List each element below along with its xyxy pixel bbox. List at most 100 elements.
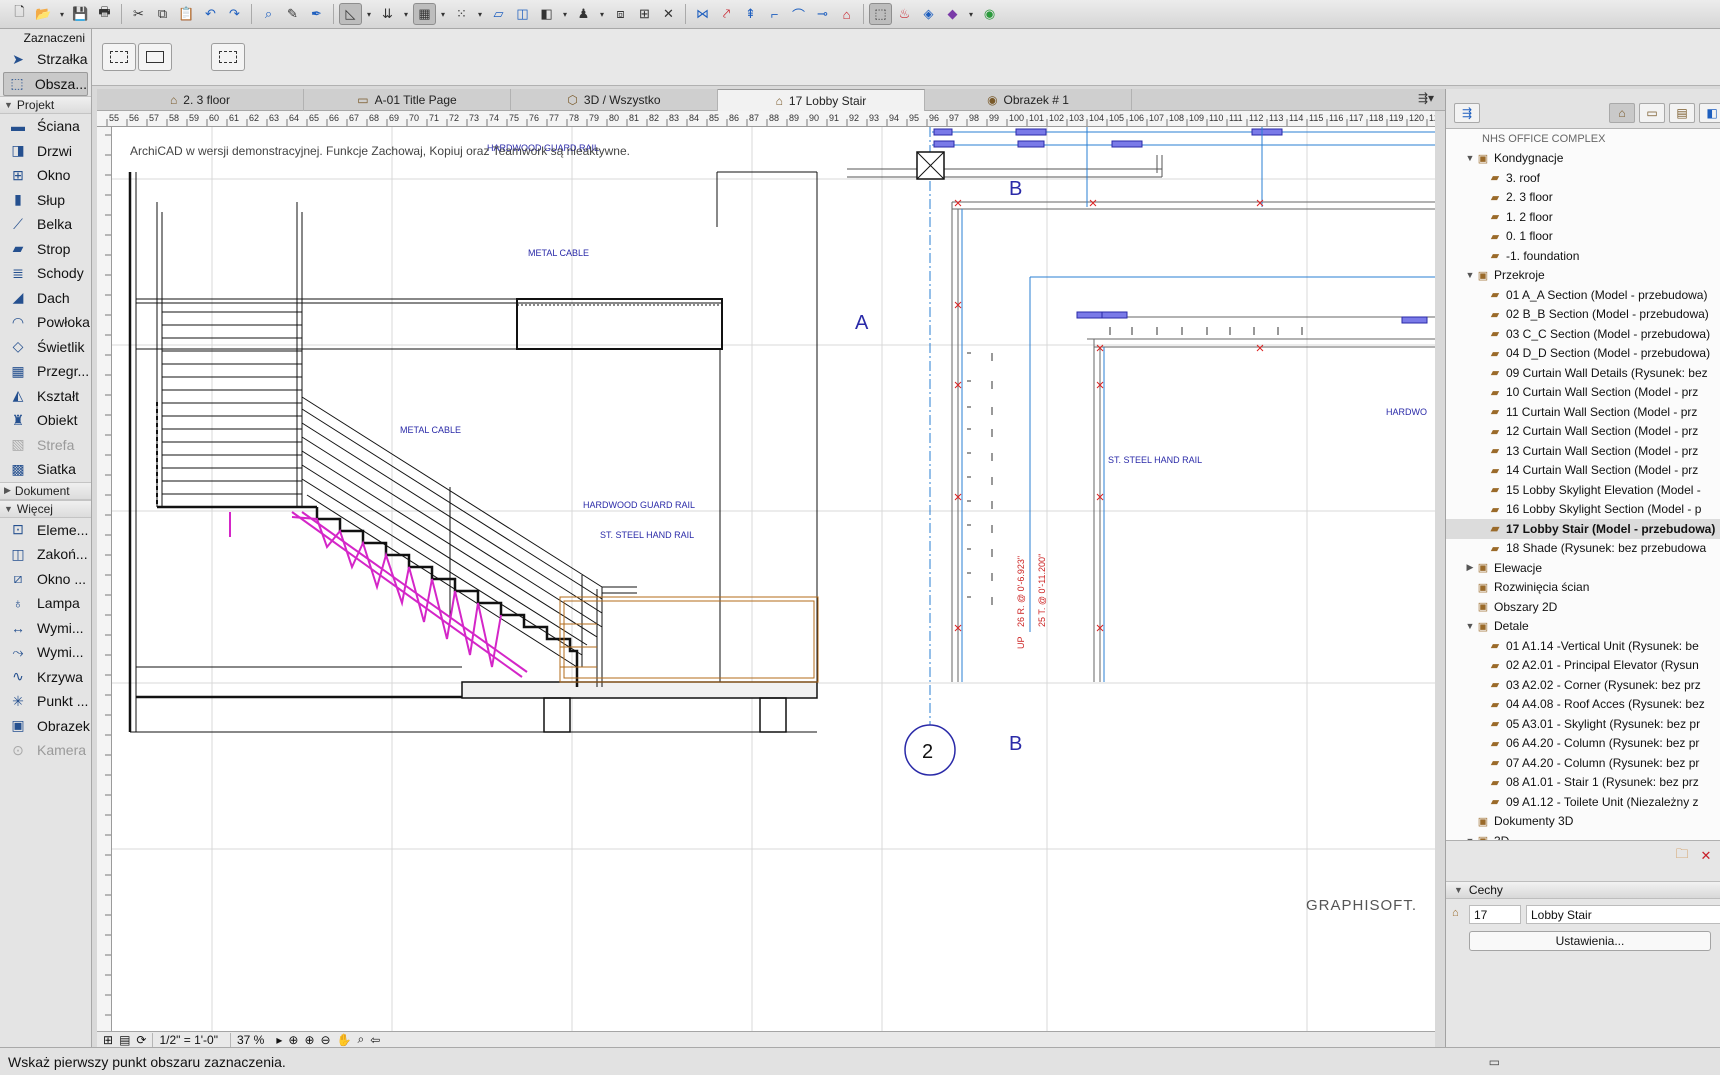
tool-marquee[interactable]: ⬚ Obsza... [3, 71, 88, 96]
3d-style-dropdown-icon[interactable]: ▾ [965, 3, 977, 25]
marquee-rectangle-button[interactable] [211, 43, 245, 71]
view-id-field[interactable]: 17 [1469, 905, 1521, 924]
pen-dropdown-icon[interactable]: ▾ [596, 3, 608, 25]
tool-stair[interactable]: ≣ Schody [0, 261, 91, 286]
tab-17-lobby-stair[interactable]: ⌂ 17 Lobby Stair [718, 89, 925, 111]
tab-a-01-title-page[interactable]: ▭ A-01 Title Page [304, 89, 511, 111]
3d-style-icon[interactable]: ◆ [941, 3, 964, 25]
tree-item[interactable]: ▰ 1. 2 floor [1446, 207, 1720, 227]
new-file-icon[interactable]: 🗋 [8, 3, 31, 25]
tree-item[interactable]: ▣ Obszary 2D [1446, 597, 1720, 617]
zoom-in-icon[interactable]: ⊕ [304, 1033, 314, 1047]
tree-item[interactable]: ▰ 07 A4.20 - Column (Rysunek: bez pr [1446, 753, 1720, 773]
tool-roof[interactable]: ◢ Dach [0, 286, 91, 311]
tree-item[interactable]: ▰ 12 Curtain Wall Section (Model - prz [1446, 422, 1720, 442]
tool-shell[interactable]: ◠ Powłoka [0, 310, 91, 335]
tool-corner-window[interactable]: ◫ Zakoń... [0, 542, 91, 567]
tool-beam[interactable]: ⟋ Belka [0, 212, 91, 237]
trace-icon[interactable]: ◫ [511, 3, 534, 25]
delete-icon[interactable]: ✕ [1696, 847, 1716, 865]
zoom-out-icon[interactable]: ⊖ [321, 1033, 331, 1047]
tree-item[interactable]: ▰ 09 A1.12 - Toilete Unit (Niezależny z [1446, 792, 1720, 812]
guide-lines-icon[interactable]: ◺ [339, 3, 362, 25]
tree-item[interactable]: ▼ ▣ Kondygnacje [1446, 149, 1720, 169]
tree-item[interactable]: ▰ 02 B_B Section (Model - przebudowa) [1446, 305, 1720, 325]
teamwork-icon[interactable]: ◉ [978, 3, 1001, 25]
grid-dots-icon[interactable]: ⁙ [450, 3, 473, 25]
tool-wall-end[interactable]: ⊡ Eleme... [0, 518, 91, 543]
tree-item[interactable]: ▼ ▣ Detale [1446, 617, 1720, 637]
suspend-groups-icon[interactable]: ⊞ [633, 3, 656, 25]
tab-2-3-floor[interactable]: ⌂ 2. 3 floor [97, 89, 304, 111]
quick-layers-icon[interactable]: ▤ [119, 1033, 130, 1047]
tree-item[interactable]: ▰ 04 A4.08 - Roof Acces (Rysunek: bez [1446, 695, 1720, 715]
tree-item[interactable]: ▰ 15 Lobby Skylight Elevation (Model - [1446, 480, 1720, 500]
previous-zoom-icon[interactable]: ⇦ [370, 1033, 380, 1047]
tool-slab[interactable]: ▰ Strop [0, 237, 91, 262]
pen-icon[interactable]: ♟ [572, 3, 595, 25]
intersect-icon[interactable]: ⋈ [691, 3, 714, 25]
tool-camera[interactable]: ⊙ Kamera [0, 738, 91, 763]
grid-dropdown-icon[interactable]: ▾ [474, 3, 486, 25]
copy-icon[interactable]: ⧉ [151, 3, 174, 25]
elevate-icon[interactable]: ⇞ [739, 3, 762, 25]
tool-arrow[interactable]: ➤ Strzałka [0, 47, 91, 72]
undo-icon[interactable]: ↶ [199, 3, 222, 25]
tree-item[interactable]: ▣ Rozwinięcia ścian [1446, 578, 1720, 598]
collapse-triangle-icon[interactable]: ▼ [1464, 153, 1476, 163]
tree-item[interactable]: ▶ ▣ Elewacje [1446, 558, 1720, 578]
snap-dropdown-icon[interactable]: ▾ [437, 3, 449, 25]
tool-spline[interactable]: ∿ Krzywa [0, 665, 91, 690]
collapse-triangle-icon[interactable]: ▼ [1464, 621, 1476, 631]
tree-item[interactable]: ▰ 0. 1 floor [1446, 227, 1720, 247]
pan-icon[interactable]: ✋ [337, 1033, 352, 1047]
tree-item[interactable]: ▰ 13 Curtain Wall Section (Model - prz [1446, 441, 1720, 461]
navigator-preview-icon[interactable]: ⊞ [103, 1033, 113, 1047]
tree-item[interactable]: ▰ 16 Lobby Skylight Section (Model - p [1446, 500, 1720, 520]
refresh-icon[interactable]: ⟳ [136, 1033, 146, 1047]
properties-header[interactable]: ▼ Cechy [1446, 881, 1720, 899]
view-map-icon[interactable]: ▭ [1639, 103, 1665, 123]
tree-item[interactable]: ▰ 01 A1.14 -Vertical Unit (Rysunek: be [1446, 636, 1720, 656]
tree-item[interactable]: ▰ 06 A4.20 - Column (Rysunek: bez pr [1446, 734, 1720, 754]
edit-plane-icon[interactable]: ▱ [487, 3, 510, 25]
tree-item[interactable]: ▰ 2. 3 floor [1446, 188, 1720, 208]
save-icon[interactable]: 💾 [69, 3, 92, 25]
section-dokument[interactable]: ▶ Dokument [0, 481, 91, 500]
pick-up-icon[interactable]: ✎ [281, 3, 304, 25]
tree-item[interactable]: ▣ Dokumenty 3D [1446, 812, 1720, 832]
tree-item[interactable]: ▰ -1. foundation [1446, 246, 1720, 266]
layout-book-icon[interactable]: ▤ [1669, 103, 1695, 123]
marquee-multi-floor-button[interactable] [138, 43, 172, 71]
zoom-fit-icon[interactable]: ⊕ [288, 1033, 298, 1047]
redo-icon[interactable]: ↷ [223, 3, 246, 25]
open-file-icon[interactable]: 📂 [32, 3, 55, 25]
new-folder-icon[interactable]: 🗀 [1672, 846, 1692, 865]
tool-skylight-window[interactable]: ⧄ Okno ... [0, 567, 91, 592]
tree-item[interactable]: ▰ 09 Curtain Wall Details (Rysunek: bez [1446, 363, 1720, 383]
split-icon[interactable]: ⊸ [811, 3, 834, 25]
inject-icon[interactable]: ✒ [305, 3, 328, 25]
guide-dropdown-icon[interactable]: ▾ [363, 3, 375, 25]
publisher-icon[interactable]: ◧ [1699, 103, 1720, 123]
tool-door[interactable]: ◨ Drzwi [0, 139, 91, 164]
tree-item[interactable]: ▰ 10 Curtain Wall Section (Model - prz [1446, 383, 1720, 403]
tool-zone[interactable]: ▧ Strefa [0, 433, 91, 458]
tree-item[interactable]: ▰ 3. roof [1446, 168, 1720, 188]
group-icon[interactable]: ⧈ [609, 3, 632, 25]
drawing-canvas[interactable]: HARDWOOD GUARD RAIL METAL CABLE METAL CA… [112, 127, 1435, 1032]
settings-button[interactable]: Ustawienia... [1469, 931, 1711, 951]
tree-item[interactable]: ▰ 05 A3.01 - Skylight (Rysunek: bez pr [1446, 714, 1720, 734]
roof-trim-icon[interactable]: ⌂ [835, 3, 858, 25]
render-icon[interactable]: ♨ [893, 3, 916, 25]
collapse-triangle-icon[interactable]: ▼ [1464, 270, 1476, 280]
tool-hotspot[interactable]: ✳ Punkt ... [0, 689, 91, 714]
tree-root[interactable]: NHS OFFICE COMPLEX [1446, 129, 1720, 149]
zoom-menu-icon[interactable]: ▸ [276, 1033, 282, 1047]
expand-triangle-icon[interactable]: ▶ [1464, 562, 1476, 573]
tool-lamp[interactable]: ♁ Lampa [0, 591, 91, 616]
tree-item[interactable]: ▰ 11 Curtain Wall Section (Model - prz [1446, 402, 1720, 422]
tree-item[interactable]: ▰ 03 C_C Section (Model - przebudowa) [1446, 324, 1720, 344]
tab-3d-wszystko[interactable]: ⬡ 3D / Wszystko [511, 89, 718, 111]
tool-window[interactable]: ⊞ Okno [0, 163, 91, 188]
